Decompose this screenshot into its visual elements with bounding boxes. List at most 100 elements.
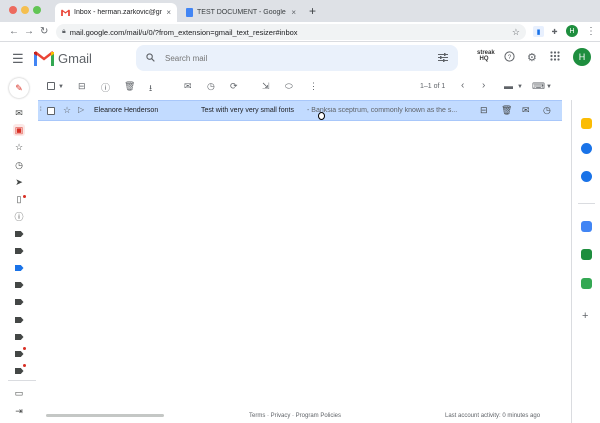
url-field[interactable]: 🔒︎ mail.google.com/mail/u/0/?from_extens… [56,24,526,40]
meet-addon-icon[interactable] [581,278,592,289]
density-toggle-icon[interactable]: ▬ [504,81,513,91]
label-notification-dot [23,364,26,367]
browser-tab-bar: Inbox - herman.zarkovic@gmai × TEST DOCU… [0,0,600,22]
gmail-logo[interactable]: Gmail [34,50,92,66]
row-snooze-icon[interactable]: ◷ [543,105,551,116]
label-icon[interactable] [13,331,25,343]
browser-address-bar: ← → ↻ 🔒︎ mail.google.com/mail/u/0/?from_… [0,22,600,42]
row-archive-icon[interactable]: ⊟ [480,105,488,116]
window-zoom-button[interactable] [33,6,41,14]
tab-close-icon[interactable]: × [291,8,296,17]
docs-addon-icon[interactable] [581,221,592,232]
labels-icon[interactable]: ⬭ [285,81,293,92]
starred-icon[interactable]: ☆ [13,141,25,153]
tab-close-icon[interactable]: × [166,8,171,17]
lock-icon: 🔒︎ [62,28,66,35]
account-avatar[interactable]: H [573,48,591,66]
horizontal-scrollbar[interactable] [46,414,164,417]
keyboard-input-icon[interactable]: ⌨ [532,81,545,92]
more-options-icon[interactable]: ⋮ [309,81,318,92]
sheets-addon-icon[interactable] [581,249,592,260]
search-input[interactable] [165,53,405,63]
main-menu-icon[interactable]: ☰ [12,51,24,67]
email-snippet: - Banksia sceptrum, commonly known as th… [307,107,458,114]
older-chevron-icon[interactable]: › [482,80,485,91]
meet-video-icon[interactable]: ▭ [13,387,25,399]
settings-gear-icon[interactable]: ⚙ [527,51,537,64]
delete-trash-icon[interactable]: 🗑︎ [124,81,135,92]
mail-toolbar: ▼ ⊟ ⓘ 🗑︎ ⭳ ✉ ◷ ⟳ ⇲ ⬭ ⋮ 1–1 of 1 ‹ › ▬ ▼ … [38,74,562,100]
snoozed-clock-icon[interactable]: ◷ [13,159,25,171]
row-mark-unread-icon[interactable]: ✉ [522,105,530,116]
label-icon[interactable] [13,262,25,274]
new-tab-button[interactable]: + [309,4,316,18]
window-close-button[interactable] [9,6,17,14]
row-delete-icon[interactable]: 🗑︎ [501,105,512,116]
add-to-tasks-icon[interactable]: ⟳ [230,81,238,92]
mouse-cursor [318,112,325,120]
tab-google-doc[interactable]: TEST DOCUMENT - Google Do × [180,3,302,22]
extensions-puzzle-icon[interactable]: ✚ [549,26,560,37]
label-icon[interactable] [13,245,25,257]
star-icon[interactable]: ☆ [63,105,71,116]
label-icon[interactable] [13,314,25,326]
label-icon[interactable] [13,296,25,308]
gmail-m-logo-icon [34,51,54,66]
streak-logo[interactable]: streak HQ [477,50,495,62]
email-row[interactable]: ⁞ ☆ ▷ Eleanore Henderson Test with very … [38,100,562,121]
select-all-checkbox[interactable] [47,82,55,90]
report-spam-icon[interactable]: ⓘ [101,81,110,94]
inbox-icon[interactable]: ▣ [13,124,25,136]
select-dropdown-caret-icon[interactable]: ▼ [58,84,64,90]
input-dropdown-caret-icon[interactable]: ▼ [546,84,552,90]
forward-arrow-icon[interactable]: → [24,26,34,38]
row-checkbox[interactable] [47,107,55,115]
rail-divider [8,380,36,381]
important-icon[interactable]: ⓘ [13,210,25,222]
mark-as-unread-icon[interactable]: ✉ [184,81,192,92]
search-icon[interactable] [146,52,155,64]
join-meeting-icon[interactable]: ⇥ [13,405,25,417]
browser-profile-avatar[interactable]: H [566,25,578,37]
extension-docs-icon[interactable]: ▮ [533,26,544,37]
browser-menu-icon[interactable]: ⋮ [586,26,596,38]
label-notification-dot [23,347,26,350]
density-dropdown-caret-icon[interactable]: ▼ [517,84,523,90]
google-docs-favicon-icon [186,8,193,17]
gmail-header: ☰ Gmail streak HQ ? ⚙ H [0,42,600,74]
back-arrow-icon[interactable]: ← [9,26,19,38]
label-icon[interactable] [13,228,25,240]
reload-icon[interactable]: ↻ [40,26,48,38]
get-addons-plus-icon[interactable]: + [582,310,588,322]
move-to-icon[interactable]: ⇲ [262,81,270,92]
bookmark-star-icon[interactable]: ☆ [512,27,520,38]
mail-icon[interactable]: ✉ [13,107,25,119]
label-icon[interactable] [13,279,25,291]
pagination-text: 1–1 of 1 [420,83,446,90]
keep-icon[interactable] [581,143,592,154]
svg-text:?: ? [508,54,512,61]
newer-chevron-icon[interactable]: ‹ [461,80,464,91]
snooze-icon[interactable]: ◷ [207,81,215,92]
drag-handle-icon[interactable]: ⁞ [40,107,42,113]
tab-gmail-inbox[interactable]: Inbox - herman.zarkovic@gmai × [55,3,177,22]
contacts-icon[interactable] [581,171,592,182]
drafts-notification-dot [23,195,26,198]
footer-links[interactable]: Terms · Privacy · Program Policies [249,413,341,419]
apps-grid-icon[interactable] [550,51,560,64]
left-navigation-rail: ✎ ✉ ▣ ☆ ◷ ➤ ▯ ⓘ ▭ ⇥ [0,74,38,423]
url-text: mail.google.com/mail/u/0/?from_extension… [69,27,298,37]
email-subject: Test with very very small fonts [201,107,294,114]
calendar-icon[interactable] [581,118,592,129]
archive-icon[interactable]: ⊟ [78,81,86,92]
last-account-activity: Last account activity: 0 minutes ago [445,413,541,419]
search-bar[interactable] [136,45,458,71]
compose-button[interactable]: ✎ [9,78,29,98]
tab-title: Inbox - herman.zarkovic@gmai [74,9,163,16]
sent-icon[interactable]: ➤ [13,176,25,188]
download-icon[interactable]: ⭳ [149,81,152,97]
search-options-icon[interactable] [438,52,448,64]
window-minimize-button[interactable] [21,6,29,14]
importance-marker-icon[interactable]: ▷ [78,105,84,114]
help-icon[interactable]: ? [504,51,515,65]
